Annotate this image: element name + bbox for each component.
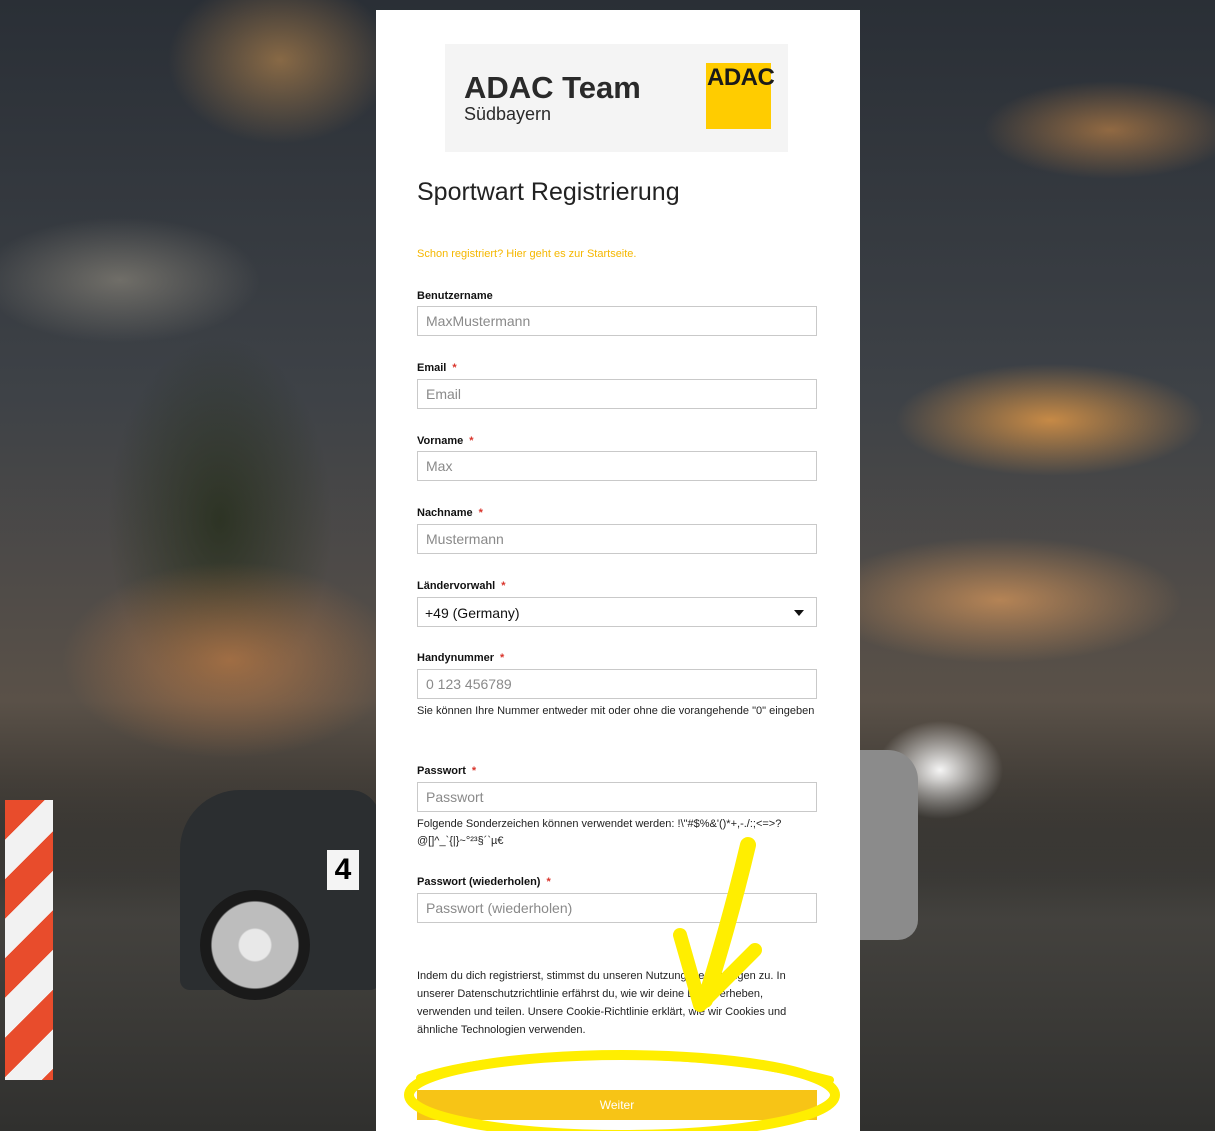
required-marker: * — [471, 765, 477, 777]
email-input[interactable] — [417, 379, 817, 409]
phone-label: Handynummer * — [417, 652, 504, 664]
country-code-label-text: Ländervorwahl — [417, 580, 496, 592]
password-input[interactable] — [417, 782, 817, 812]
adac-logo-text: ADAC — [707, 64, 775, 91]
country-code-select[interactable]: +49 (Germany) — [417, 597, 817, 627]
password-repeat-label: Passwort (wiederholen) * — [417, 876, 551, 888]
brand-subtitle: Südbayern — [464, 104, 552, 124]
required-marker: * — [478, 507, 483, 519]
password-label: Passwort * — [417, 765, 476, 777]
required-marker: * — [546, 876, 551, 888]
password-repeat-label-text: Passwort (wiederholen) — [417, 876, 541, 888]
username-label-text: Benutzername — [417, 290, 493, 302]
required-marker: * — [500, 652, 505, 664]
brand-title: ADAC Team — [464, 70, 641, 105]
lastname-label-text: Nachname — [417, 507, 473, 519]
lastname-label: Nachname * — [417, 507, 483, 519]
required-marker: * — [469, 435, 474, 447]
phone-hint: Sie können Ihre Nummer entweder mit oder… — [417, 705, 815, 717]
lastname-input[interactable] — [417, 524, 817, 554]
terms-text: Indem du dich registrierst, stimmst du u… — [417, 970, 787, 1036]
country-code-value: +49 (Germany) — [425, 605, 520, 621]
password-repeat-input[interactable] — [417, 893, 817, 923]
password-label-text: Passwort — [417, 765, 466, 777]
phone-input[interactable] — [417, 669, 817, 699]
country-code-label: Ländervorwahl * — [417, 580, 506, 592]
email-label: Email * — [417, 362, 457, 374]
chevron-down-icon — [794, 610, 804, 616]
login-link[interactable]: Schon registriert? Hier geht es zur Star… — [417, 248, 636, 260]
username-input[interactable] — [417, 306, 817, 336]
page-title: Sportwart Registrierung — [417, 178, 680, 206]
username-label: Benutzername — [417, 290, 493, 302]
firstname-label-text: Vorname — [417, 435, 464, 447]
phone-label-text: Handynummer — [417, 652, 495, 664]
required-marker: * — [501, 580, 506, 592]
required-marker: * — [452, 362, 457, 374]
background-rally-car-right — [858, 750, 918, 940]
email-label-text: Email — [417, 362, 447, 374]
background-barrier — [5, 800, 53, 1080]
submit-button[interactable]: Weiter — [417, 1090, 817, 1120]
background-car-number: 4 — [327, 850, 359, 890]
firstname-label: Vorname * — [417, 435, 474, 447]
background-car-wheel — [200, 890, 310, 1000]
firstname-input[interactable] — [417, 451, 817, 481]
password-hint: Folgende Sonderzeichen können verwendet … — [417, 818, 782, 847]
